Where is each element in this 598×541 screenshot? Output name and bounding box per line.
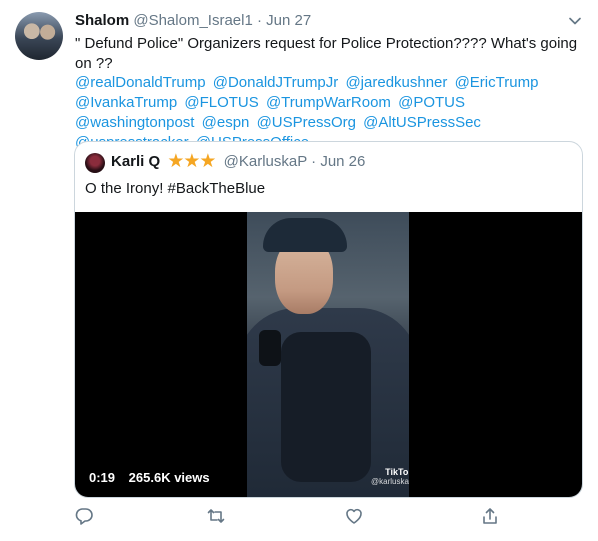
mention-link[interactable]: @POTUS: [398, 94, 465, 111]
video-views: 265.6K views: [128, 470, 210, 485]
chevron-down-icon[interactable]: [566, 12, 584, 30]
timestamp[interactable]: Jun 27: [266, 12, 311, 29]
officer-cap: [263, 218, 347, 252]
mention-link[interactable]: @IvankaTrump: [75, 94, 177, 111]
mention-link[interactable]: @USPressOrg: [257, 114, 356, 131]
star-emoji: ★★★: [167, 151, 216, 172]
quoted-text: O the Irony! #BackTheBlue: [85, 180, 266, 197]
reply-icon[interactable]: [74, 506, 94, 526]
retweet-icon[interactable]: [206, 506, 226, 526]
mention-link[interactable]: @TrumpWarRoom: [266, 94, 391, 111]
quoted-author-name[interactable]: Karli Q: [111, 153, 160, 170]
mention-link[interactable]: @washingtonpost: [75, 114, 194, 131]
video-frame: TikTok @karluskap: [247, 212, 409, 497]
tweet-header: Shalom @Shalom_Israel1 · Jun 27: [75, 11, 311, 31]
mention-link[interactable]: @FLOTUS: [184, 94, 258, 111]
watermark-label: TikTok: [385, 467, 409, 477]
quoted-timestamp[interactable]: Jun 26: [320, 153, 365, 170]
mention-link[interactable]: @jaredkushner: [345, 74, 447, 91]
mention-link[interactable]: @DonaldJTrumpJr: [213, 74, 339, 91]
watermark-handle: @karluskap: [371, 477, 409, 486]
mention-link[interactable]: @espn: [202, 114, 250, 131]
share-icon[interactable]: [480, 506, 500, 526]
quoted-avatar[interactable]: [85, 153, 105, 173]
tweet-text: " Defund Police" Organizers request for …: [75, 35, 578, 72]
separator: ·: [311, 153, 317, 170]
like-icon[interactable]: [344, 506, 364, 526]
tiktok-watermark: TikTok @karluskap: [371, 467, 409, 487]
video-info: 0:19 265.6K views: [89, 470, 220, 485]
quoted-handle[interactable]: @KarluskaP: [224, 153, 307, 170]
officer-vest: [281, 332, 371, 482]
radio-device: [259, 330, 281, 366]
separator: ·: [256, 12, 262, 29]
author-handle[interactable]: @Shalom_Israel1: [133, 12, 252, 29]
author-name[interactable]: Shalom: [75, 12, 129, 29]
quoted-header: Karli Q ★★★ @KarluskaP · Jun 26: [111, 152, 365, 172]
mention-link[interactable]: @realDonaldTrump: [75, 74, 206, 91]
video-player[interactable]: TikTok @karluskap 0:19 265.6K views: [75, 212, 582, 497]
action-bar: [0, 506, 598, 530]
mention-link[interactable]: @EricTrump: [455, 74, 539, 91]
quoted-tweet[interactable]: Karli Q ★★★ @KarluskaP · Jun 26 O the Ir…: [74, 141, 583, 498]
mention-link[interactable]: @AltUSPressSec: [363, 114, 481, 131]
avatar[interactable]: [15, 12, 63, 60]
video-duration: 0:19: [89, 470, 116, 485]
tweet[interactable]: Shalom @Shalom_Israel1 · Jun 27 " Defund…: [0, 0, 598, 541]
